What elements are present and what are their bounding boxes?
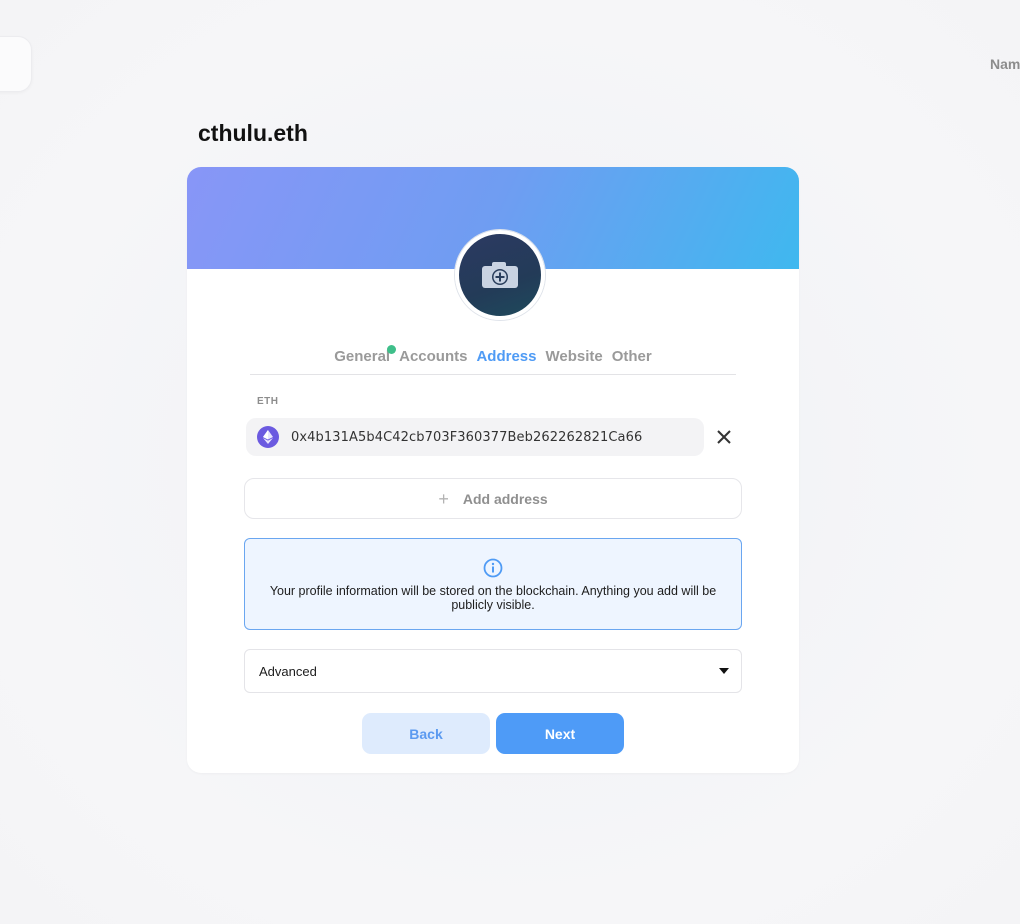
info-icon bbox=[483, 558, 503, 578]
add-address-label: Add address bbox=[462, 490, 548, 507]
profile-editor-card: General Accounts Address Website Other E… bbox=[187, 167, 799, 773]
tab-website[interactable]: Website bbox=[545, 345, 602, 369]
ethereum-icon bbox=[257, 426, 279, 448]
next-button[interactable]: Next bbox=[496, 713, 624, 754]
caret-down-icon bbox=[719, 668, 729, 674]
tab-address[interactable]: Address bbox=[476, 345, 536, 369]
info-notice: Your profile information will be stored … bbox=[244, 538, 742, 630]
add-address-button[interactable]: + Add address bbox=[244, 478, 742, 519]
close-icon bbox=[717, 430, 731, 444]
eth-field-label: ETH bbox=[257, 396, 279, 407]
advanced-dropdown[interactable]: Advanced bbox=[244, 649, 742, 693]
tab-general-status-dot bbox=[387, 345, 397, 354]
tab-accounts[interactable]: Accounts bbox=[399, 345, 467, 369]
avatar-upload-button[interactable] bbox=[455, 230, 545, 320]
info-notice-text: Your profile information will be stored … bbox=[269, 584, 717, 612]
profile-tabs: General Accounts Address Website Other bbox=[250, 345, 736, 375]
tab-other[interactable]: Other bbox=[612, 345, 652, 369]
advanced-label: Advanced bbox=[259, 663, 317, 679]
eth-address-value: 0x4b131A5b4C42cb703F360377Beb262262821Ca… bbox=[291, 429, 643, 445]
side-panel-edge bbox=[0, 36, 32, 92]
eth-address-field[interactable]: 0x4b131A5b4C42cb703F360377Beb262262821Ca… bbox=[246, 418, 704, 456]
page-title: cthulu.eth bbox=[198, 120, 308, 146]
back-button[interactable]: Back bbox=[362, 713, 490, 754]
remove-address-button[interactable] bbox=[714, 427, 734, 447]
top-right-label: Nam bbox=[990, 56, 1020, 72]
tab-general[interactable]: General bbox=[334, 345, 397, 369]
plus-icon: + bbox=[438, 488, 449, 509]
camera-add-icon bbox=[482, 262, 518, 288]
